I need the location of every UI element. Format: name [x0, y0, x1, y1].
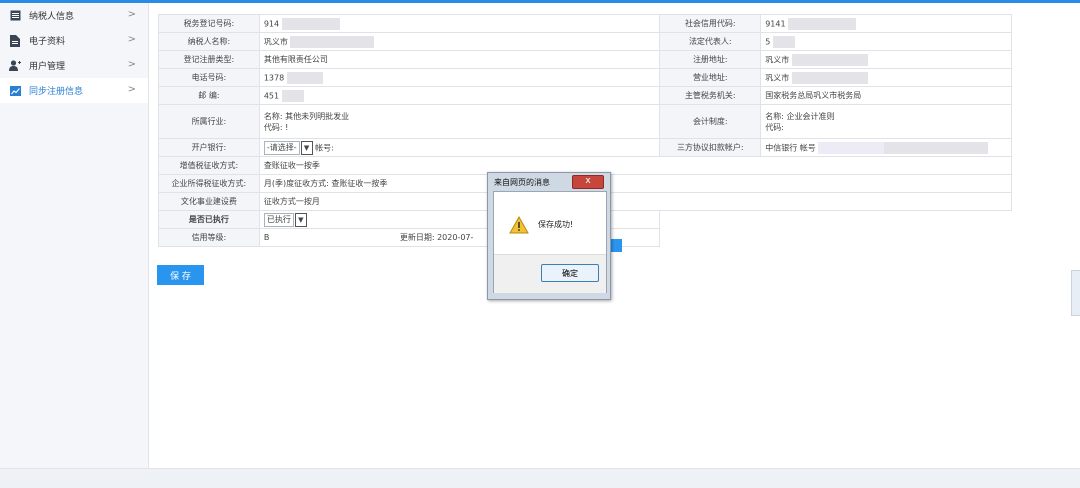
redaction-mask: [818, 141, 885, 154]
sidebar-item-label: 用户管理: [29, 62, 66, 72]
phone-value: 1378: [258, 68, 661, 87]
sidebar-item-label: 电子资料: [29, 37, 66, 47]
biz-address-value: 巩义市: [760, 68, 1012, 87]
sidebar-item-user-management[interactable]: 用户管理 >: [0, 53, 148, 78]
bottom-bar: [0, 468, 1080, 488]
ok-button[interactable]: 确定: [541, 264, 599, 282]
field-label: 电话号码:: [158, 68, 260, 87]
redaction-mask: [281, 17, 340, 30]
warning-icon: [509, 215, 529, 237]
empty-cell: [660, 229, 1012, 247]
update-date: 更新日期: 2020-07-: [399, 233, 474, 242]
field-label: 增值税征收方式:: [158, 156, 260, 175]
field-label: 企业所得税征收方式:: [158, 174, 260, 193]
table-row: 税务登记号码: 914 社会信用代码: 9141: [158, 14, 1012, 33]
sidebar-item-taxpayer-info[interactable]: 纳税人信息 >: [0, 3, 148, 28]
culture-fee-value: 征收方式一按月: [258, 192, 1013, 211]
field-label: 所属行业:: [158, 104, 260, 139]
field-label: 注册地址:: [659, 50, 762, 69]
side-float-widget[interactable]: [1071, 270, 1080, 316]
field-label: 开户银行:: [158, 138, 260, 157]
sidebar-item-e-documents[interactable]: 电子资料 >: [0, 28, 148, 53]
dialog-message: 保存成功!: [538, 220, 574, 229]
field-label: 邮 编:: [158, 86, 260, 105]
dialog-footer: 确定: [494, 254, 606, 293]
chevron-right-icon: >: [127, 84, 136, 95]
chevron-right-icon: >: [127, 34, 136, 45]
vat-value: 查账征收一按季: [258, 156, 1013, 175]
redaction-mask: [884, 141, 989, 154]
tripartite-value: 中信银行 帐号: [760, 138, 1012, 157]
sidebar: 纳税人信息 > 电子资料 > 用户管理 > 同步注册信息 >: [0, 3, 149, 468]
bank-value: -请选择- ▼ 帐号:: [258, 138, 661, 157]
redaction-mask: [791, 53, 868, 66]
file-icon: [9, 34, 21, 47]
redaction-mask: [772, 35, 795, 48]
tax-reg-no-value: 914: [258, 14, 661, 33]
sidebar-item-sync-registration[interactable]: 同步注册信息 >: [0, 78, 148, 103]
field-label: 文化事业建设费: [158, 192, 260, 211]
dialog-title: 来自网页的消息: [494, 178, 550, 187]
table-row: 电话号码: 1378 营业地址: 巩义市: [158, 68, 1012, 87]
chevron-right-icon: >: [127, 59, 136, 70]
redaction-mask: [788, 17, 857, 30]
accounting-value: 名称: 企业会计准则 代码:: [760, 104, 1012, 139]
chevron-down-icon[interactable]: ▼: [300, 140, 313, 155]
close-button[interactable]: x: [572, 175, 604, 189]
field-label: 社会信用代码:: [659, 14, 762, 33]
dialog-body: 保存成功! 确定: [493, 191, 607, 293]
field-label: 是否已执行: [158, 210, 260, 229]
message-dialog: 来自网页的消息 x 保存成功! 确定: [487, 172, 611, 300]
field-label: 法定代表人:: [659, 32, 762, 51]
field-label: 主管税务机关:: [659, 86, 762, 105]
bank-select[interactable]: -请选择-: [263, 140, 300, 155]
table-row: 邮 编: 451 主管税务机关: 国家税务总局巩义市税务局: [158, 86, 1012, 105]
redaction-mask: [791, 71, 868, 84]
chevron-right-icon: >: [127, 9, 136, 20]
postcode-value: 451: [258, 86, 661, 105]
field-label: 信用等级:: [158, 228, 260, 247]
tax-authority-value: 国家税务总局巩义市税务局: [760, 86, 1012, 105]
table-row: 所属行业: 名称: 其他未列明批发业 代码: ! 会计制度: 名称: 企业会计准则…: [158, 104, 1012, 139]
redaction-mask: [286, 71, 323, 84]
table-row: 登记注册类型: 其他有限责任公司 注册地址: 巩义市: [158, 50, 1012, 69]
account-label: 帐号:: [315, 143, 334, 152]
reg-type-value: 其他有限责任公司: [258, 50, 661, 69]
field-label: 会计制度:: [659, 104, 762, 139]
industry-value: 名称: 其他未列明批发业 代码: !: [258, 104, 661, 139]
credit-code-value: 9141: [760, 14, 1012, 33]
table-row: 纳税人名称: 巩义市 法定代表人: 5: [158, 32, 1012, 51]
document-list-icon: [9, 10, 21, 22]
executed-select[interactable]: 已执行: [263, 212, 294, 227]
empty-cell: [660, 211, 1012, 229]
reg-address-value: 巩义市: [760, 50, 1012, 69]
table-row: 开户银行: -请选择- ▼ 帐号: 三方协议扣款帐户: 中信银行 帐号: [158, 138, 1012, 157]
field-label: 税务登记号码:: [158, 14, 260, 33]
trend-chart-icon: [9, 85, 21, 97]
sidebar-item-label: 纳税人信息: [29, 12, 75, 22]
legal-rep-value: 5: [760, 32, 1012, 51]
sidebar-item-label: 同步注册信息: [29, 87, 84, 97]
field-label: 纳税人名称:: [158, 32, 260, 51]
taxpayer-name-value: 巩义市: [258, 32, 661, 51]
cit-value: 月(季)度征收方式: 查账征收一按季: [258, 174, 1013, 193]
redaction-mask: [290, 35, 375, 48]
chevron-down-icon[interactable]: ▼: [294, 212, 307, 227]
main-content: 税务登记号码: 914 社会信用代码: 9141 纳税人名称: 巩义市 法定代表…: [149, 3, 1080, 468]
field-label: 营业地址:: [659, 68, 762, 87]
save-button[interactable]: 保 存: [157, 265, 204, 285]
field-label: 三方协议扣款帐户:: [659, 138, 762, 157]
field-label: 登记注册类型:: [158, 50, 260, 69]
user-icon: [9, 60, 21, 72]
redaction-mask: [281, 89, 304, 102]
